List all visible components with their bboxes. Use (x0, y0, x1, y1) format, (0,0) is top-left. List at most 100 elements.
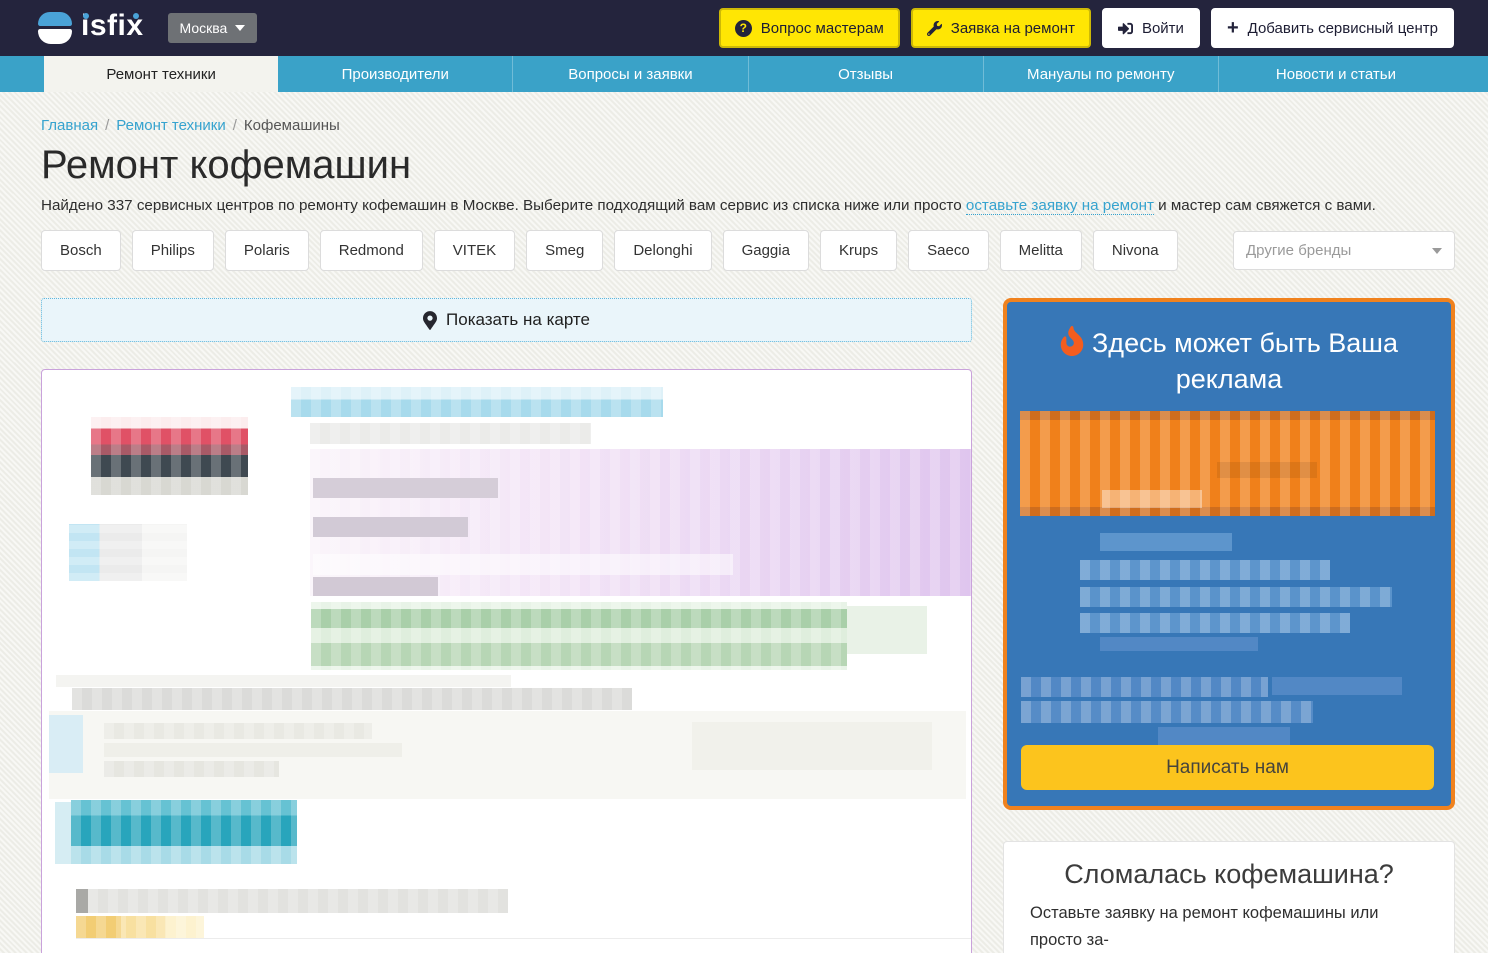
tab-label: Производители (342, 66, 449, 83)
city-selector[interactable]: Москва (168, 13, 258, 43)
blurred-listing-subtitle (310, 423, 591, 444)
brand-button-nivona[interactable]: Nivona (1093, 230, 1178, 271)
login-label: Войти (1142, 20, 1184, 37)
other-brands-select[interactable]: Другие бренды (1233, 231, 1455, 270)
tab-label: Ремонт техники (106, 66, 215, 83)
tab-label: Мануалы по ремонту (1027, 66, 1174, 83)
blurred-green-tail (847, 606, 927, 654)
question-circle-icon: ? (735, 20, 752, 37)
flame-icon (1060, 326, 1084, 356)
blurred-faint-bar (104, 723, 372, 739)
blurred-ad-line (1100, 533, 1232, 551)
brand-button-bosch[interactable]: Bosch (41, 230, 121, 271)
ask-masters-button[interactable]: ? Вопрос мастерам (719, 8, 900, 48)
blurred-yellow-line (76, 916, 204, 938)
brand-button-redmond[interactable]: Redmond (320, 230, 423, 271)
blurred-text-bar (313, 478, 498, 498)
repair-request-label: Заявка на ремонт (951, 20, 1075, 37)
blurred-ad-line (1080, 587, 1392, 607)
brand-filter-row: Bosch Philips Polaris Redmond VITEK Smeg… (41, 230, 1455, 271)
logo-i-dot (83, 13, 89, 19)
repair-request-button[interactable]: Заявка на ремонт (911, 8, 1091, 48)
blurred-ad-logo-shade (1217, 462, 1317, 478)
tab-label: Новости и статьи (1276, 66, 1396, 83)
blurred-ad-logo-highlight (1102, 490, 1202, 508)
blurred-ad-line (1080, 560, 1330, 580)
tab-news[interactable]: Новости и статьи (1218, 56, 1453, 92)
blurred-text-row (56, 675, 511, 687)
tab-manuals[interactable]: Мануалы по ремонту (983, 56, 1218, 92)
intro-after-link: и мастер сам свяжется с вами. (1154, 197, 1376, 214)
blurred-text-row (88, 889, 508, 913)
tab-repair[interactable]: Ремонт техники (44, 56, 278, 92)
other-brands-placeholder: Другие бренды (1246, 242, 1351, 259)
blurred-faint-bar (104, 743, 402, 757)
blurred-text-row (72, 688, 632, 710)
blurred-ad-line (1021, 677, 1268, 697)
ad-banner[interactable]: Здесь может быть Ваша реклама Написать н… (1003, 298, 1455, 810)
show-on-map-button[interactable]: Показать на карте (41, 298, 972, 342)
blurred-text-bar (313, 517, 468, 537)
leave-request-link[interactable]: оставьте заявку на ремонт (966, 197, 1154, 215)
city-selector-label: Москва (180, 20, 228, 36)
brand-button-delonghi[interactable]: Delonghi (614, 230, 711, 271)
tab-label: Вопросы и заявки (568, 66, 692, 83)
service-center-listing-card (41, 369, 972, 953)
show-on-map-label: Показать на карте (446, 310, 590, 330)
blurred-ad-line (1272, 677, 1402, 695)
intro-text: Найдено 337 сервисных центров по ремонту… (41, 197, 1455, 214)
brand-button-vitek[interactable]: VITEK (434, 230, 515, 271)
logo-half-top (38, 12, 72, 26)
blurred-row-lead-cell (76, 889, 88, 913)
chevron-down-icon (235, 25, 245, 31)
brand-button-saeco[interactable]: Saeco (908, 230, 989, 271)
chevron-down-icon (1432, 248, 1442, 254)
tab-manufacturers[interactable]: Производители (278, 56, 512, 92)
blurred-listing-title (291, 387, 663, 417)
blurred-faint-block (692, 722, 932, 770)
add-service-center-label: Добавить сервисный центр (1248, 20, 1438, 37)
login-button[interactable]: Войти (1102, 8, 1200, 48)
blurred-ad-line (1080, 613, 1350, 633)
wrench-icon (927, 21, 942, 36)
broken-machine-box: Сломалась кофемашина? Оставьте заявку на… (1003, 841, 1455, 953)
blurred-green-block (311, 602, 847, 670)
isfix-logo[interactable]: isfix (38, 11, 144, 45)
broken-machine-text-line: Оставьте заявку на ремонт кофемашины или… (1030, 900, 1428, 953)
logo-half-bottom (38, 29, 72, 44)
blurred-ad-line (1100, 637, 1258, 651)
brand-button-melitta[interactable]: Melitta (1000, 230, 1082, 271)
brand-button-philips[interactable]: Philips (132, 230, 214, 271)
blurred-info-block (69, 524, 187, 581)
breadcrumb-separator: / (233, 117, 237, 134)
blurred-text-bar (313, 554, 733, 575)
blurred-ad-line (1158, 727, 1290, 747)
blurred-ad-line (1021, 701, 1313, 723)
map-pin-icon (423, 311, 437, 330)
breadcrumb-current: Кофемашины (244, 117, 340, 134)
isfix-logo-icon (38, 11, 72, 45)
page-title: Ремонт кофемашин (41, 143, 1455, 188)
blurred-teal-strip (55, 802, 71, 864)
header-actions: ? Вопрос мастерам Заявка на ремонт Войти… (719, 8, 1454, 48)
logo-i-dot (133, 13, 139, 19)
ad-title: Здесь может быть Ваша реклама (1044, 326, 1414, 397)
breadcrumb-repair-link[interactable]: Ремонт техники (116, 117, 225, 134)
tab-questions[interactable]: Вопросы и заявки (512, 56, 747, 92)
listing-divider (76, 938, 971, 939)
tab-reviews[interactable]: Отзывы (748, 56, 983, 92)
write-to-us-button[interactable]: Написать нам (1021, 745, 1434, 790)
add-service-center-button[interactable]: + Добавить сервисный центр (1211, 8, 1454, 48)
breadcrumb-home-link[interactable]: Главная (41, 117, 98, 134)
broken-machine-title: Сломалась кофемашина? (1030, 859, 1428, 890)
brand-button-gaggia[interactable]: Gaggia (723, 230, 809, 271)
tab-label: Отзывы (838, 66, 893, 83)
brand-button-krups[interactable]: Krups (820, 230, 897, 271)
ask-masters-label: Вопрос мастерам (761, 20, 884, 37)
brand-button-smeg[interactable]: Smeg (526, 230, 603, 271)
brand-button-polaris[interactable]: Polaris (225, 230, 309, 271)
page-content: Главная/Ремонт техники/Кофемашины Ремонт… (0, 117, 1488, 953)
blurred-teal-block (71, 800, 297, 864)
plus-icon: + (1227, 18, 1239, 38)
login-icon (1118, 21, 1133, 36)
